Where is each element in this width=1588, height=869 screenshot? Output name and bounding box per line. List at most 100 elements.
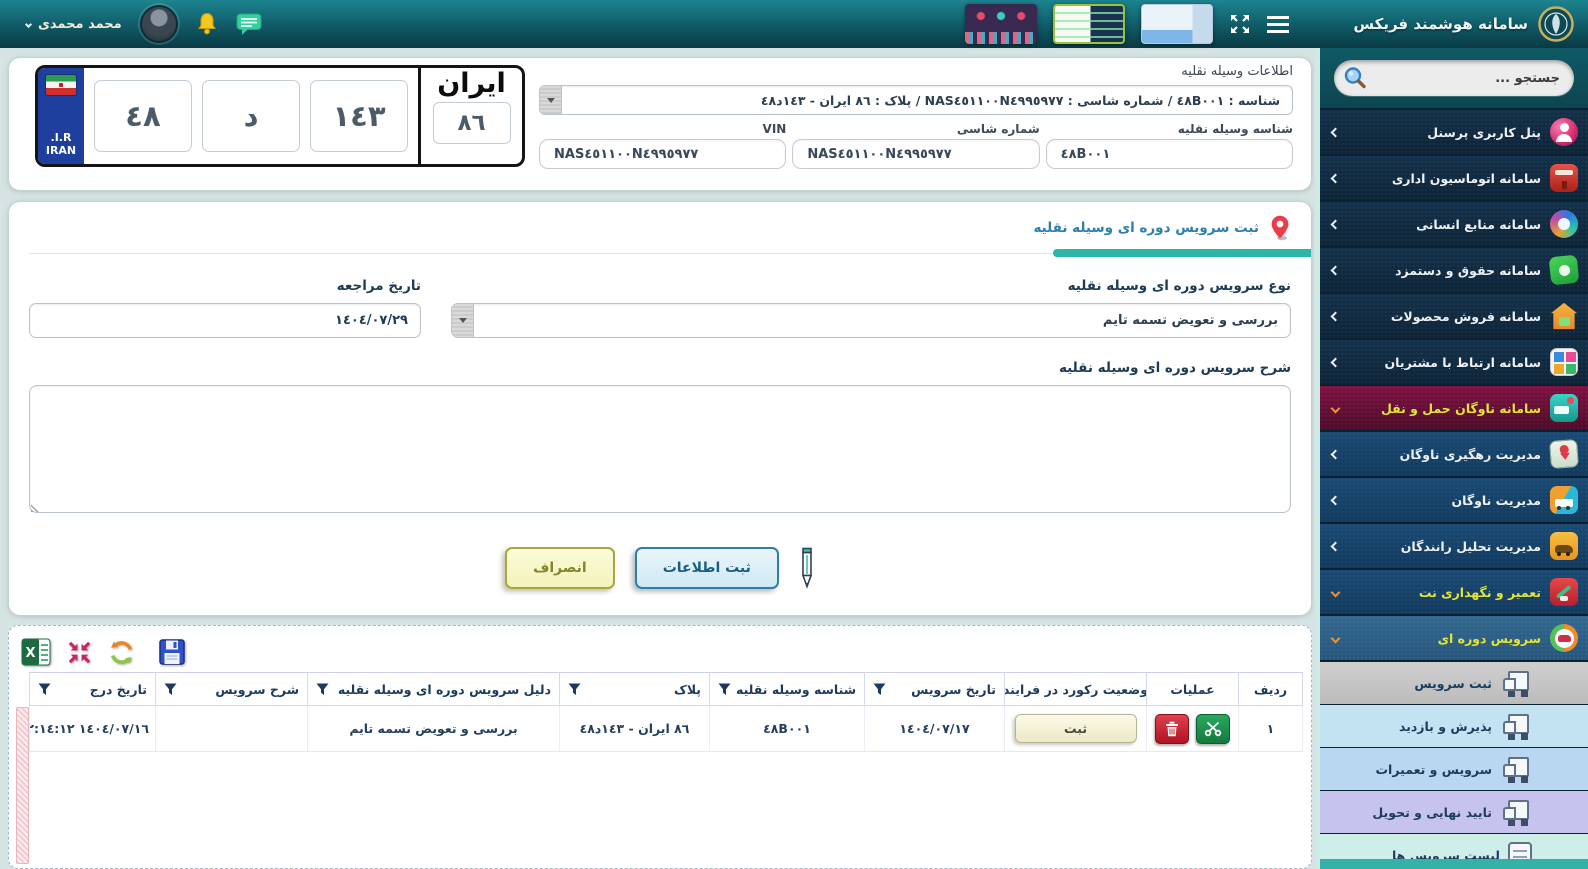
chevron-left-icon xyxy=(1330,265,1341,275)
dashboard-thumbnail-board[interactable] xyxy=(1053,4,1126,44)
sidebar-item-office-automation[interactable]: سامانه اتوماسیون اداری xyxy=(1320,156,1588,200)
sidebar-bottom-accent xyxy=(1320,859,1588,869)
dashboard-thumbnail-analytics[interactable] xyxy=(1141,4,1214,44)
filter-icon[interactable] xyxy=(718,683,731,696)
collapse-grid-icon[interactable] xyxy=(66,639,93,666)
people-globe-icon xyxy=(1550,210,1578,238)
filter-icon[interactable] xyxy=(316,683,329,696)
sidebar-item-label: تعمیر و نگهداری نت xyxy=(1418,584,1541,600)
search-input[interactable] xyxy=(1368,70,1560,86)
dashboard-thumbnail-charts[interactable] xyxy=(965,4,1038,44)
sidebar-item-fleet-tracking[interactable]: مدیریت رهگیری ناوگان xyxy=(1320,432,1588,476)
plate-letter[interactable]: د xyxy=(202,80,300,152)
vehicle-id-field-group: شناسه وسیله نقلیه ٤٨B٠٠١ xyxy=(1045,122,1293,169)
car-icon xyxy=(1550,532,1578,560)
submenu-item-label: پذیرش و بازدید xyxy=(1398,718,1492,734)
app-title: سامانه هوشمند فریکس xyxy=(1353,15,1528,33)
cell-plate: ٨٦ ایران - ١٤٣د٤٨ xyxy=(559,705,710,752)
vehicle-info-card: اطلاعات وسیله نقلیه شناسه : ٤٨B٠٠١ / شما… xyxy=(8,57,1312,191)
visit-date-group: تاریخ مراجعه xyxy=(29,278,421,338)
chat-icon[interactable] xyxy=(236,13,262,36)
sidebar-item-label: سامانه حقوق و دستمزد xyxy=(1395,262,1541,278)
dropdown-arrow-icon[interactable] xyxy=(540,86,562,114)
services-table-card: X ردیف عملیات وضعیت رکورد در فرایند تاری… xyxy=(8,625,1312,869)
vehicle-select[interactable]: شناسه : ٤٨B٠٠١ / شماره شاسی : NAS٤٥١١٠٠N… xyxy=(539,85,1293,115)
sidebar-item-label: سامانه ناوگان حمل و نقل xyxy=(1380,400,1541,416)
plate-country-strip: I.R. IRAN xyxy=(38,68,84,164)
sidebar-item-product-sales[interactable]: سامانه فروش محصولات xyxy=(1320,294,1588,338)
service-type-value: بررسی و تعویض تسمه تایم xyxy=(1102,313,1278,328)
filter-icon[interactable] xyxy=(568,683,581,696)
service-type-select[interactable]: بررسی و تعویض تسمه تایم xyxy=(451,303,1291,338)
save-info-button[interactable]: ثبت اطلاعات xyxy=(634,547,779,589)
form-actions: ثبت اطلاعات انصراف xyxy=(29,547,1291,589)
hamburger-menu-icon[interactable] xyxy=(1267,15,1290,33)
notifications-bell-icon[interactable] xyxy=(196,12,218,37)
chevron-left-icon xyxy=(1330,219,1341,229)
filter-icon[interactable] xyxy=(164,683,177,696)
sidebar-item-crm[interactable]: سامانه ارتباط با مشتریان xyxy=(1320,340,1588,384)
sidebar-item-payroll[interactable]: سامانه حقوق و دستمزد xyxy=(1320,248,1588,292)
save-grid-icon[interactable] xyxy=(158,638,186,666)
delete-service-button[interactable] xyxy=(1155,713,1189,744)
filter-icon[interactable] xyxy=(873,683,886,696)
vehicle-id-value[interactable]: ٤٨B٠٠١ xyxy=(1045,139,1293,169)
sidebar-item-personnel-panel[interactable]: پنل کاربری پرسنل xyxy=(1320,110,1588,154)
sidebar-item-label: سامانه فروش محصولات xyxy=(1390,308,1541,324)
chevron-down-icon xyxy=(1330,633,1341,643)
search-icon[interactable] xyxy=(1342,65,1368,91)
map-pin-icon xyxy=(1549,439,1579,469)
services-table: ردیف عملیات وضعیت رکورد در فرایند تاریخ … xyxy=(29,672,1303,752)
pencil-icon xyxy=(799,547,815,589)
truck-plus-icon xyxy=(1500,670,1532,696)
plate-country-label: I.R. IRAN xyxy=(45,130,77,158)
user-menu[interactable]: محمد محمدی xyxy=(24,17,122,32)
vehicle-select-value: شناسه : ٤٨B٠٠١ / شماره شاسی : NAS٤٥١١٠٠N… xyxy=(760,92,1280,108)
vin-label: VIN xyxy=(762,122,787,136)
cell-record-status: ثبت xyxy=(1004,705,1147,752)
sidebar-item-fleet-management[interactable]: مدیریت ناوگان xyxy=(1320,478,1588,522)
sidebar: پنل کاربری پرسنل سامانه اتوماسیون اداری … xyxy=(1320,48,1588,869)
submenu-item-label: سرویس و تعمیرات xyxy=(1375,761,1492,777)
service-description-textarea[interactable] xyxy=(29,385,1291,513)
sidebar-subitem-final-approval-delivery[interactable]: تایید نهایی و تحویل xyxy=(1320,791,1588,833)
sidebar-item-maintenance[interactable]: تعمیر و نگهداری نت xyxy=(1320,570,1588,614)
table-scrollbar[interactable] xyxy=(16,707,29,864)
cell-service-reason: بررسی و تعویض تسمه تایم xyxy=(307,705,560,752)
sidebar-subitem-service-repairs[interactable]: سرویس و تعمیرات xyxy=(1320,748,1588,790)
user-avatar[interactable] xyxy=(139,5,178,43)
refresh-grid-icon[interactable] xyxy=(108,639,135,666)
service-description-wrap xyxy=(29,376,1291,517)
filter-icon[interactable] xyxy=(38,683,51,696)
fullscreen-expand-icon[interactable] xyxy=(1229,13,1251,35)
grid-toolbar: X xyxy=(17,632,1303,672)
store-icon xyxy=(1550,302,1578,330)
status-register-button[interactable]: ثبت xyxy=(1014,714,1137,743)
sidebar-item-label: مدیریت تحلیل رانندگان xyxy=(1400,538,1541,554)
sidebar-item-driver-analysis[interactable]: مدیریت تحلیل رانندگان xyxy=(1320,524,1588,568)
sidebar-item-human-resources[interactable]: سامانه منابع انسانی xyxy=(1320,202,1588,246)
plate-region-code[interactable]: ٨٦ xyxy=(432,101,511,144)
plate-number-right[interactable]: ١٤٣ xyxy=(310,80,408,152)
truck-magnifier-icon xyxy=(1500,756,1532,782)
chassis-value[interactable]: NAS٤٥١١٠٠N٤٩٩٥٩٧٧ xyxy=(792,139,1040,169)
col-header-plate: پلاک xyxy=(559,672,710,706)
service-description-label: شرح سرویس دوره ای وسیله نقلیه xyxy=(1058,360,1291,376)
sidebar-item-periodic-service[interactable]: سرویس دوره ای xyxy=(1320,616,1588,660)
sidebar-item-transport-fleet[interactable]: سامانه ناوگان حمل و نقل xyxy=(1320,386,1588,430)
edit-service-button[interactable] xyxy=(1196,713,1230,744)
plate-number-left[interactable]: ٤٨ xyxy=(94,80,192,152)
tab-register-periodic-service[interactable]: ثبت سرویس دوره ای وسیله نقلیه xyxy=(1033,220,1259,236)
sidebar-item-label: مدیریت رهگیری ناوگان xyxy=(1399,446,1541,462)
money-icon xyxy=(1548,254,1580,286)
plate-region-word: ایران xyxy=(437,68,506,99)
vin-value[interactable]: NAS٤٥١١٠٠N٤٩٩٥٩٧٧ xyxy=(539,139,787,169)
visit-date-input[interactable] xyxy=(29,303,421,338)
dropdown-arrow-icon[interactable] xyxy=(452,304,474,337)
sidebar-divider xyxy=(1315,48,1320,869)
sidebar-subitem-reception-inspection[interactable]: پذیرش و بازدید xyxy=(1320,705,1588,747)
cell-insert-date: ١٤٠٤/٠٧/١٦ ١٢:١٤:١٢ xyxy=(29,705,156,752)
excel-export-icon[interactable]: X xyxy=(21,638,51,666)
cancel-button[interactable]: انصراف xyxy=(505,547,615,589)
sidebar-subitem-register-service[interactable]: ثبت سرویس xyxy=(1320,662,1588,704)
